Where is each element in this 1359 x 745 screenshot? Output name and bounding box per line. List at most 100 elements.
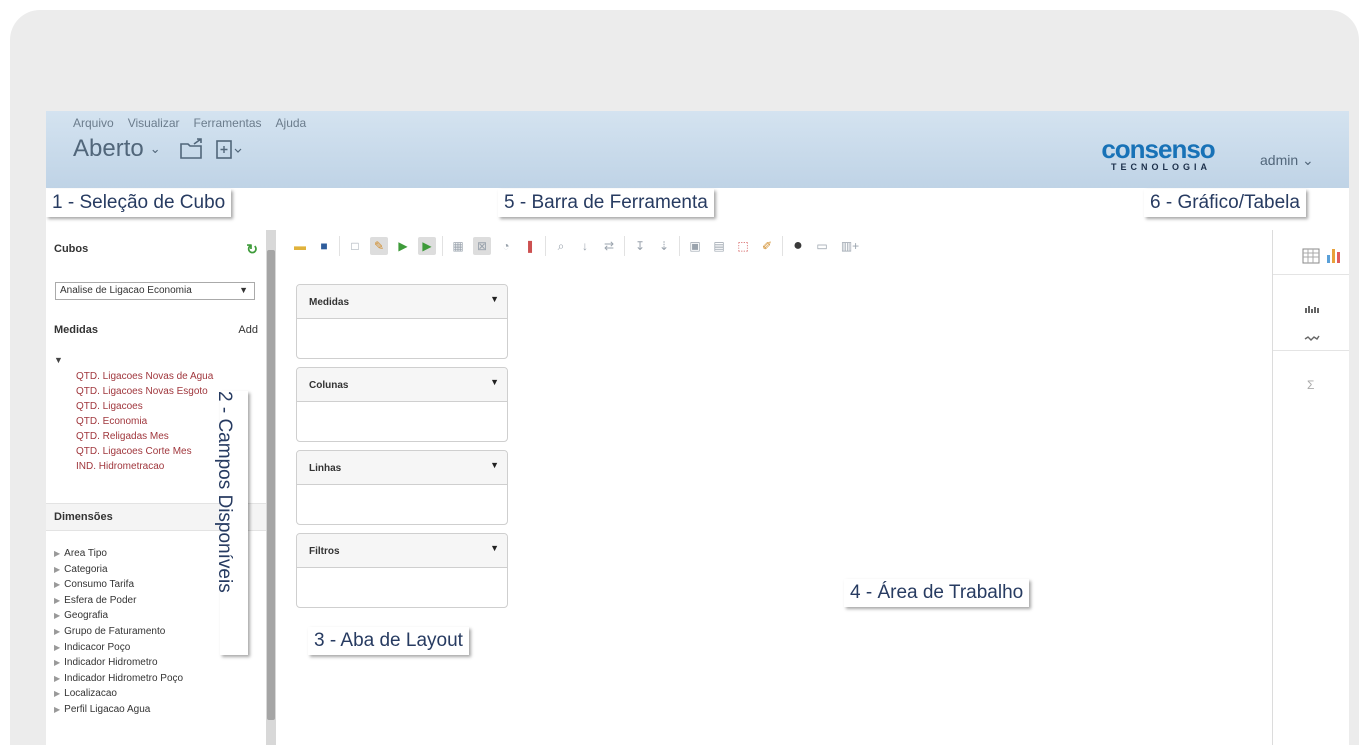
chevron-down-icon[interactable]: ▼ <box>490 294 499 304</box>
run-icon[interactable]: ▶ <box>394 237 412 255</box>
measure-item[interactable]: QTD. Ligacoes Novas de Agua <box>76 369 213 384</box>
dimension-item[interactable]: ▶ Indicador Hidrometro Poço <box>54 671 183 687</box>
callout-workspace: 4 - Área de Trabalho <box>844 579 1030 607</box>
measure-item[interactable]: QTD. Religadas Mes <box>76 429 213 444</box>
export-pdf-icon[interactable]: ⬚ <box>734 237 752 255</box>
drill-across-icon[interactable]: ⇣ <box>655 237 673 255</box>
sort-down-icon[interactable]: ↓ <box>576 237 594 255</box>
measures-header: Medidas Add <box>46 316 266 344</box>
columns-dropzone[interactable]: Colunas ▼ <box>296 367 508 442</box>
edit-icon[interactable]: ✎ <box>370 237 388 255</box>
dimension-label: Grupo de Faturamento <box>64 625 166 637</box>
add-measure-link[interactable]: Add <box>238 324 258 336</box>
chevron-down-icon[interactable]: ▼ <box>490 377 499 387</box>
user-menu[interactable]: admin ⌄ <box>1260 152 1314 169</box>
toolbar-separator <box>679 236 680 256</box>
fullscreen-icon[interactable]: ▭ <box>813 237 831 255</box>
export-csv-icon[interactable]: ▤ <box>710 237 728 255</box>
panel-title: Linhas <box>309 463 342 474</box>
filters-dropzone[interactable]: Filtros ▼ <box>296 533 508 608</box>
dimension-item[interactable]: ▶ Consumo Tarifa <box>54 577 183 593</box>
logo-subtext: TECNOLOGIA <box>1111 162 1211 172</box>
expand-arrow-icon: ▶ <box>54 549 61 558</box>
expand-arrow-icon: ▶ <box>54 673 61 683</box>
stacked-bar-icon[interactable] <box>1304 304 1320 314</box>
query-edit-icon[interactable]: ✐ <box>758 237 776 255</box>
expand-arrow-icon: ▶ <box>54 658 61 668</box>
toolbar-separator <box>339 236 340 256</box>
dimension-item[interactable]: ▶ Esfera de Poder <box>54 593 183 609</box>
cubes-title: Cubos <box>54 243 89 255</box>
callout-available-fields: 2 - Campos Disponíveis <box>214 391 248 655</box>
menu-ferramentas[interactable]: Ferramentas <box>194 116 262 130</box>
expand-arrow-icon: ▶ <box>54 611 61 621</box>
dimension-label: Area Tipo <box>64 548 107 559</box>
refresh-icon[interactable]: ↻ <box>246 241 258 258</box>
chevron-down-icon[interactable]: ▼ <box>490 543 499 553</box>
folder-icon[interactable]: ▬ <box>291 237 309 255</box>
open-dropdown[interactable]: Aberto <box>73 135 144 163</box>
hide-parents-icon[interactable]: ◔ <box>497 237 515 255</box>
menu-ajuda[interactable]: Ajuda <box>276 116 307 130</box>
measure-item[interactable]: IND. Hidrometracao <box>76 459 213 474</box>
dimensions-list: ▶ Area Tipo ▶ Categoria ▶ Consumo Tarifa ▶ E… <box>54 546 183 718</box>
callout-toolbar: 5 - Barra de Ferramenta <box>498 189 714 217</box>
sidebar-scrollbar[interactable] <box>266 230 276 745</box>
measure-item[interactable]: QTD. Ligacoes Corte Mes <box>76 444 213 459</box>
dimension-item[interactable]: ▶ Localizacao <box>54 686 183 702</box>
info-icon[interactable]: ● <box>789 237 807 255</box>
expand-arrow-icon: ▶ <box>54 642 61 652</box>
zoom-icon[interactable]: ⌕ <box>552 237 570 255</box>
measure-item[interactable]: QTD. Ligacoes <box>76 399 213 414</box>
table-icon[interactable] <box>1302 248 1320 264</box>
menu-bar: Arquivo Visualizar Ferramentas Ajuda <box>73 116 306 130</box>
open-folder-icon[interactable] <box>179 138 205 160</box>
cube-select[interactable]: Analise de Ligacao Economia ▼ <box>55 282 255 300</box>
dimension-item[interactable]: ▶ Geografia <box>54 608 183 624</box>
logo-text: consenso <box>1101 134 1215 164</box>
toolbar-separator <box>545 236 546 256</box>
scrollbar-thumb[interactable] <box>267 250 275 720</box>
measure-item[interactable]: QTD. Ligacoes Novas Esgoto <box>76 384 213 399</box>
dimension-item[interactable]: ▶ Indicacor Poço <box>54 640 183 656</box>
dimension-label: Categoria <box>64 563 108 575</box>
cubes-header: Cubos ↻ <box>46 235 266 263</box>
sum-icon[interactable]: Σ <box>1307 378 1314 392</box>
chevron-down-icon[interactable]: ⌄ <box>150 141 161 157</box>
menu-arquivo[interactable]: Arquivo <box>73 116 114 130</box>
chevron-down-icon: ▼ <box>239 285 248 295</box>
new-query-icon[interactable]: □ <box>346 237 364 255</box>
toggle-sidebar-icon[interactable]: ⊠ <box>473 237 491 255</box>
export-xls-icon[interactable]: ▣ <box>686 237 704 255</box>
rows-dropzone[interactable]: Linhas ▼ <box>296 450 508 525</box>
panel-header: Filtros ▼ <box>297 534 507 568</box>
dimension-label: Indicador Hidrometro Poço <box>64 672 184 684</box>
dimension-item[interactable]: ▶ Indicador Hidrometro <box>54 655 183 671</box>
chevron-down-icon[interactable]: ▼ <box>490 460 499 470</box>
menu-visualizar[interactable]: Visualizar <box>128 116 180 130</box>
expand-arrow-icon: ▶ <box>54 580 61 590</box>
top-header: Arquivo Visualizar Ferramentas Ajuda Abe… <box>46 111 1349 188</box>
dimension-label: Indicacor Poço <box>64 641 131 653</box>
expand-arrow-icon: ▶ <box>54 689 61 699</box>
new-document-icon[interactable] <box>215 138 243 160</box>
auto-run-icon[interactable]: ▶ <box>418 237 436 255</box>
divider <box>1273 350 1349 351</box>
toggle-fields-icon[interactable]: ▦ <box>449 237 467 255</box>
measure-item[interactable]: QTD. Economia <box>76 414 213 429</box>
expand-arrow-icon: ▶ <box>54 626 61 636</box>
add-chart-icon[interactable]: ▥+ <box>837 237 863 255</box>
line-chart-icon[interactable] <box>1304 334 1320 342</box>
swap-axis-icon[interactable]: ⇄ <box>600 237 618 255</box>
save-icon[interactable]: ■ <box>315 237 333 255</box>
drill-down-icon[interactable]: ↧ <box>631 237 649 255</box>
dimension-item[interactable]: ▶ Area Tipo <box>54 546 183 562</box>
bar-chart-icon[interactable] <box>1325 246 1343 264</box>
dimension-item[interactable]: ▶ Grupo de Faturamento <box>54 624 183 640</box>
dimension-item[interactable]: ▶ Perfil Ligacao Agua <box>54 702 183 718</box>
toolbar-separator <box>624 236 625 256</box>
measures-dropzone[interactable]: Medidas ▼ <box>296 284 508 359</box>
collapse-caret-icon[interactable]: ▼ <box>54 355 63 365</box>
dimension-item[interactable]: ▶ Categoria <box>54 562 183 578</box>
non-empty-icon[interactable]: ❚ <box>521 237 539 255</box>
